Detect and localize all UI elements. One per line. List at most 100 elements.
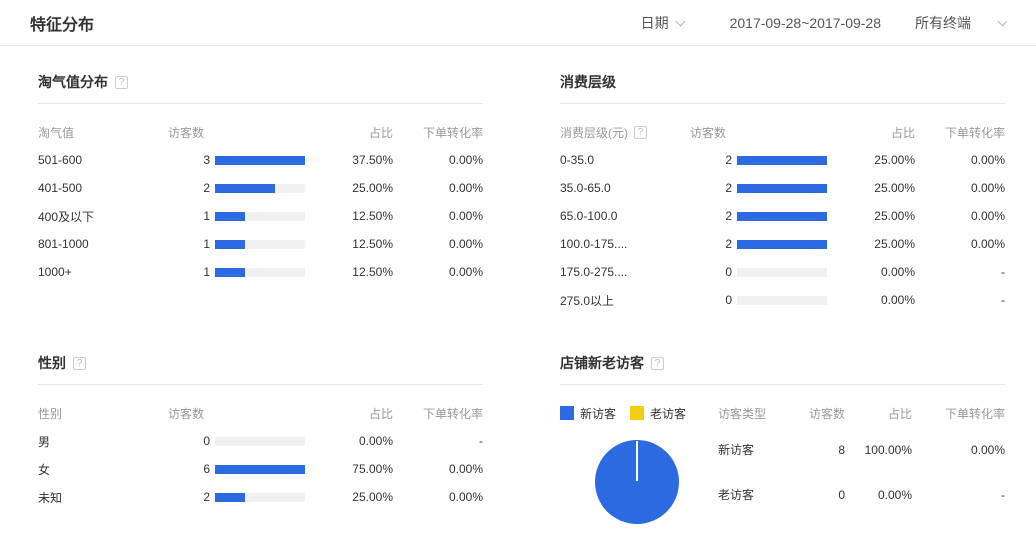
- row-label: 35.0-65.0: [560, 181, 690, 195]
- share-value: 25.00%: [827, 209, 915, 223]
- visitor-bar-fill: [215, 268, 245, 277]
- legend-label: 新访客: [580, 405, 616, 422]
- visitor-bar-track: [737, 156, 827, 165]
- share-value: 12.50%: [305, 209, 393, 223]
- conversion-value: 0.00%: [393, 209, 483, 223]
- visitor-count: 1: [168, 237, 210, 251]
- panel-taoqi-value: 淘气值分布 ? 淘气值 访客数 占比 下单转化率 501-600337.50%0…: [38, 46, 483, 314]
- visitor-count: 1: [168, 265, 210, 279]
- visitor-count: 1: [168, 209, 210, 223]
- share-value: 25.00%: [305, 181, 393, 195]
- conversion-value: 0.00%: [393, 462, 483, 476]
- visitor-bar-track: [215, 437, 305, 446]
- table-header: 淘气值 访客数 占比 下单转化率: [38, 118, 483, 146]
- conversion-value: 0.00%: [393, 153, 483, 167]
- conversion-value: -: [915, 265, 1005, 279]
- visitor-bar-track: [737, 296, 827, 305]
- taoqi-table-body: 501-600337.50%0.00%401-500225.00%0.00%40…: [38, 146, 483, 286]
- legend-item[interactable]: 新访客: [560, 405, 616, 422]
- conversion-value: 0.00%: [915, 209, 1005, 223]
- pie-chart: [595, 440, 679, 524]
- visitor-bar-fill: [737, 184, 827, 193]
- dashboard-grid: 淘气值分布 ? 淘气值 访客数 占比 下单转化率 501-600337.50%0…: [0, 46, 1036, 524]
- help-icon[interactable]: ?: [651, 357, 664, 370]
- row-label: 女: [38, 461, 168, 478]
- row-label: 100.0-175....: [560, 237, 690, 251]
- visitor-bar-track: [215, 240, 305, 249]
- visitor-count: 2: [690, 237, 732, 251]
- row-label: 400及以下: [38, 208, 168, 225]
- visitor-bar-fill: [737, 240, 827, 249]
- visitor-bar-track: [737, 268, 827, 277]
- panel-title: 性别 ?: [38, 353, 483, 385]
- row-label: 275.0以上: [560, 292, 690, 309]
- visitor-count: 2: [168, 181, 210, 195]
- column-header: 访客数: [788, 405, 845, 422]
- date-range-picker[interactable]: 2017-09-28~2017-09-28: [730, 15, 881, 31]
- table-row: 老访客00.00%-: [718, 472, 1005, 517]
- column-header: 占比: [827, 124, 915, 141]
- panel-title-text: 淘气值分布: [38, 72, 108, 92]
- table-row: 65.0-100.0225.00%0.00%: [560, 202, 1005, 230]
- column-header: 下单转化率: [393, 405, 483, 422]
- visitor-count: 2: [690, 209, 732, 223]
- new-old-body: 新访客8100.00%0.00%老访客00.00%-: [560, 427, 1005, 524]
- panel-gender: 性别 ? 性别 访客数 占比 下单转化率 男00.00%-女675.00%0.0…: [38, 314, 483, 524]
- table-row: 0-35.0225.00%0.00%: [560, 146, 1005, 174]
- panel-title: 消费层级: [560, 72, 1005, 104]
- pie-slice-divider: [636, 441, 638, 481]
- conversion-value: 0.00%: [393, 490, 483, 504]
- column-header: 占比: [845, 405, 912, 422]
- panel-title-text: 消费层级: [560, 72, 616, 92]
- share-value: 25.00%: [305, 490, 393, 504]
- new-old-legend: 新访客老访客: [560, 405, 718, 422]
- help-icon[interactable]: ?: [634, 126, 647, 139]
- visitor-count: 2: [690, 181, 732, 195]
- date-dropdown[interactable]: 日期: [641, 13, 684, 33]
- help-icon[interactable]: ?: [73, 357, 86, 370]
- visitor-bar-fill: [215, 212, 245, 221]
- conversion-value: -: [393, 434, 483, 448]
- chevron-down-icon: [998, 16, 1008, 26]
- old-visitor-swatch-icon: [630, 406, 644, 420]
- share-value: 0.00%: [845, 488, 912, 502]
- share-value: 25.00%: [827, 181, 915, 195]
- header-controls: 日期 2017-09-28~2017-09-28 所有终端: [641, 13, 1006, 33]
- row-label: 未知: [38, 489, 168, 506]
- table-row: 新访客8100.00%0.00%: [718, 427, 1005, 472]
- conversion-value: 0.00%: [393, 237, 483, 251]
- consumption-table-body: 0-35.0225.00%0.00%35.0-65.0225.00%0.00%6…: [560, 146, 1005, 314]
- help-icon[interactable]: ?: [115, 76, 128, 89]
- table-row: 男00.00%-: [38, 427, 483, 455]
- panel-title: 店铺新老访客 ?: [560, 353, 1005, 385]
- table-row: 100.0-175....2 25.00%0.00%: [560, 230, 1005, 258]
- visitor-bar-fill: [215, 240, 245, 249]
- column-header: 淘气值: [38, 124, 74, 141]
- column-header: 下单转化率: [912, 405, 1005, 422]
- pie-area: [560, 427, 718, 524]
- legend-item[interactable]: 老访客: [630, 405, 686, 422]
- share-value: 12.50%: [305, 265, 393, 279]
- visitor-bar-track: [737, 212, 827, 221]
- table-row: 175.0-275....00.00%-: [560, 258, 1005, 286]
- table-header: 新访客老访客 访客类型 访客数 占比 下单转化率: [560, 399, 1005, 427]
- visitor-count: 0: [690, 293, 732, 307]
- conversion-value: 0.00%: [915, 237, 1005, 251]
- new-visitor-swatch-icon: [560, 406, 574, 420]
- visitor-count: 6: [168, 462, 210, 476]
- share-value: 0.00%: [827, 293, 915, 307]
- visitor-bar-track: [215, 156, 305, 165]
- row-label: 老访客: [718, 486, 788, 503]
- visitor-bar-track: [215, 465, 305, 474]
- panel-title-text: 店铺新老访客: [560, 353, 644, 373]
- conversion-value: -: [912, 488, 1005, 502]
- column-header: 访客数: [168, 124, 305, 141]
- table-row: 未知225.00%0.00%: [38, 483, 483, 511]
- share-value: 25.00%: [827, 237, 915, 251]
- table-header: 消费层级(元) ? 访客数 占比 下单转化率: [560, 118, 1005, 146]
- visitor-count: 3: [168, 153, 210, 167]
- terminal-dropdown[interactable]: 所有终端: [915, 13, 1006, 33]
- visitor-count: 0: [690, 265, 732, 279]
- conversion-value: 0.00%: [393, 265, 483, 279]
- conversion-value: 0.00%: [393, 181, 483, 195]
